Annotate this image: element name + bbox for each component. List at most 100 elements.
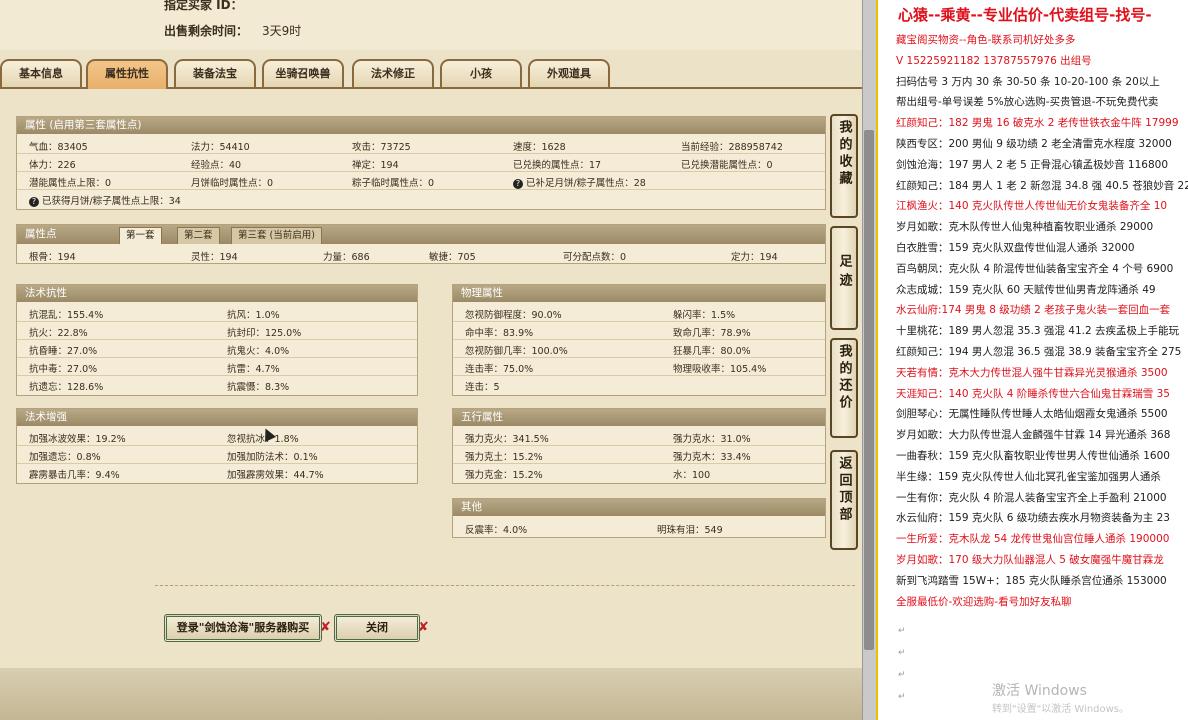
res-sleep: 抗昏睡：27.0% bbox=[29, 346, 98, 357]
tab-equipment[interactable]: 装备法宝 bbox=[174, 59, 256, 87]
help-icon[interactable]: ? bbox=[29, 197, 39, 207]
back-to-top-button[interactable]: 返回顶部 bbox=[830, 450, 858, 550]
doc-line: 半生缘：159 克火队传世人仙北冥孔雀宝鉴加强男人通杀 bbox=[896, 470, 1161, 483]
attr-exchanged-points: 已兑换的属性点：17 bbox=[513, 160, 602, 171]
other-panel: 其他 反震率：4.0% 明珠有泪：549 bbox=[452, 498, 826, 538]
res-fire: 抗火：22.8% bbox=[29, 328, 88, 339]
point-strength: 力量：686 bbox=[323, 252, 370, 263]
boost-defense-spell: 加强加防法术：0.1% bbox=[227, 452, 318, 463]
divider bbox=[155, 585, 855, 586]
doc-line: 红颜知己：182 男鬼 16 破克水 2 老传世铁衣金牛阵 17999 bbox=[896, 117, 1179, 130]
point-assignable: 可分配点数：0 bbox=[563, 252, 627, 263]
doc-line: 红颜知己：194 男人忽混 36.5 强混 38.9 装备宝宝齐全 275 bbox=[896, 346, 1182, 358]
attr-mp: 法力：54410 bbox=[191, 142, 250, 153]
login-server-buy-button[interactable]: 登录"剑蚀沧海"服务器购买 bbox=[164, 614, 322, 642]
doc-line: 岁月如歌：大力队传世混人金麟强牛甘霖 14 异光通杀 368 bbox=[896, 429, 1171, 442]
magic-boost-panel: 法术增强 加强冰波效果：19.2% 忽视抗冰：1.8% 加强遗忘：0.8% 加强… bbox=[16, 408, 418, 484]
attr-hp: 气血：83405 bbox=[29, 142, 88, 153]
phys-rage: 狂暴几率：80.0% bbox=[673, 346, 751, 357]
doc-line: 众志成城：159 克火队 60 天赋传世仙男青龙阵通杀 49 bbox=[896, 283, 1156, 296]
my-favorites-button[interactable]: 我的收藏 bbox=[830, 114, 858, 218]
attr-attack: 攻击：73725 bbox=[352, 142, 411, 153]
attributes-panel: 属性 (启用第三套属性点) 气血：83405 法力：54410 攻击：73725… bbox=[16, 116, 826, 210]
tab-spell-mods[interactable]: 法术修正 bbox=[352, 59, 434, 87]
document-panel: 心猿--乘黄--专业估价-代卖组号-找号- 藏宝阁买物资--角色-联系司机好处多… bbox=[876, 0, 1188, 720]
attr-zongzi-temp: 粽子临时属性点：0 bbox=[352, 178, 435, 189]
paragraph-mark-icon: ↵ bbox=[898, 670, 906, 680]
boost-forget: 加强遗忘：0.8% bbox=[29, 452, 101, 463]
activation-watermark-title: 激活 Windows bbox=[992, 683, 1087, 699]
point-spirit: 灵性：194 bbox=[191, 252, 238, 263]
doc-line: 陕西专区：200 男仙 9 级功绩 2 老全清雷克水程度 32000 bbox=[896, 138, 1172, 150]
attributes-content: 属性 (启用第三套属性点) 气血：83405 法力：54410 攻击：73725… bbox=[0, 90, 862, 668]
tab-mounts-pets[interactable]: 坐骑召唤兽 bbox=[262, 59, 344, 87]
tab-set-two[interactable]: 第二套 bbox=[177, 227, 220, 244]
designated-buyer-label: 指定买家 ID： bbox=[164, 0, 243, 12]
phys-ignore-def: 忽视防御程度：90.0% bbox=[465, 310, 562, 321]
other-title: 其他 bbox=[453, 499, 825, 516]
game-panel: 指定买家 ID： 出售剩余时间： 3天9时 基本信息 属性抗性 装备法宝 坐骑召唤… bbox=[0, 0, 862, 720]
doc-line: 岁月如歌：170 级大力队仙器混人 5 破女魔强牛魔甘霖龙 bbox=[896, 554, 1164, 566]
magic-resistance-title: 法术抗性 bbox=[17, 285, 417, 302]
phys-ignore-def-chance: 忽视防御几率：100.0% bbox=[465, 346, 568, 357]
tab-set-one[interactable]: 第一套 bbox=[119, 227, 162, 244]
wx-wood: 强力克木：33.4% bbox=[673, 452, 751, 463]
footprint-button[interactable]: 足迹 bbox=[830, 226, 858, 330]
phys-crit: 致命几率：78.9% bbox=[673, 328, 751, 339]
five-elements-title: 五行属性 bbox=[453, 409, 825, 426]
scrollbar-thumb[interactable] bbox=[864, 130, 874, 650]
attr-obtained-cap: ? 已获得月饼/粽子属性点上限：34 bbox=[29, 193, 181, 207]
seller-info: 指定买家 ID： 出售剩余时间： 3天9时 bbox=[0, 0, 862, 50]
wx-water-value: 水：100 bbox=[673, 470, 711, 481]
res-deter: 抗震慑：8.3% bbox=[227, 382, 290, 393]
five-elements-panel: 五行属性 强力克火：341.5% 强力克水：31.0% 强力克土：15.2% 强… bbox=[452, 408, 826, 484]
res-thunder: 抗雷：4.7% bbox=[227, 364, 280, 375]
res-forget: 抗遗忘：128.6% bbox=[29, 382, 104, 393]
boost-thunder-crit: 霹雳暴击几率：9.4% bbox=[29, 470, 120, 481]
res-chaos: 抗混乱：155.4% bbox=[29, 310, 104, 321]
physical-title: 物理属性 bbox=[453, 285, 825, 302]
phys-hit: 命中率：83.9% bbox=[465, 328, 534, 339]
attr-exp: 当前经验：288958742 bbox=[681, 142, 783, 153]
remaining-time-row: 出售剩余时间： 3天9时 bbox=[164, 22, 301, 39]
tab-appearance[interactable]: 外观道具 bbox=[528, 59, 610, 87]
tab-set-three[interactable]: 第三套 (当前启用) bbox=[231, 227, 322, 244]
tab-children[interactable]: 小孩 bbox=[440, 59, 522, 87]
doc-line: 岁月如歌：克木队传世人仙鬼种植畜牧职业通杀 29000 bbox=[896, 221, 1154, 234]
remaining-time-label: 出售剩余时间： bbox=[164, 24, 249, 38]
attr-zen: 禅定：194 bbox=[352, 160, 399, 171]
other-pearl: 明珠有泪：549 bbox=[657, 525, 723, 536]
paragraph-mark-icon: ↵ bbox=[898, 648, 906, 658]
close-x-icon: ✘ bbox=[320, 620, 331, 635]
attr-stamina: 体力：226 bbox=[29, 160, 76, 171]
points-title-text: 属性点 bbox=[25, 228, 57, 240]
boost-thunder-effect: 加强霹雳效果：44.7% bbox=[227, 470, 324, 481]
doc-line: 江枫渔火：140 克火队传世人传世仙无价女鬼装备齐全 10 bbox=[896, 200, 1168, 213]
remaining-time-value: 3天9时 bbox=[262, 24, 302, 38]
tab-basic-info[interactable]: 基本信息 bbox=[0, 59, 82, 87]
boost-ice: 加强冰波效果：19.2% bbox=[29, 434, 126, 445]
doc-left-margin bbox=[876, 0, 878, 720]
attr-potential-cap: 潜能属性点上限：0 bbox=[29, 178, 112, 189]
attributes-title: 属性 (启用第三套属性点) bbox=[17, 117, 825, 134]
help-icon[interactable]: ? bbox=[513, 179, 523, 189]
attr-speed: 速度：1628 bbox=[513, 142, 566, 153]
doc-line: 一曲春秋：159 克火队畜牧职业传世男人传世仙通杀 1600 bbox=[896, 450, 1170, 462]
my-offers-button[interactable]: 我的还价 bbox=[830, 338, 858, 438]
doc-line: 天涯知己：140 克火队 4 阶睡杀传世六合仙鬼甘霖瑞雪 35 bbox=[896, 387, 1170, 400]
other-counter: 反震率：4.0% bbox=[465, 525, 528, 536]
doc-line: 剑胆琴心：无属性睡队传世睡人太皓仙烟霞女鬼通杀 5500 bbox=[896, 408, 1168, 421]
attr-mooncake-temp: 月饼临时属性点：0 bbox=[191, 178, 274, 189]
doc-line: 水云仙府：159 克火队 6 级功绩去疾水月物资装备为主 23 bbox=[896, 512, 1170, 525]
close-button[interactable]: 关闭 bbox=[334, 614, 420, 642]
doc-line: 白衣胜雪：159 克火队双盘传世仙混人通杀 32000 bbox=[896, 242, 1135, 254]
res-wind: 抗风：1.0% bbox=[227, 310, 280, 321]
phys-combo: 连击：5 bbox=[465, 382, 500, 393]
phys-combo-rate: 连击率：75.0% bbox=[465, 364, 534, 375]
doc-line: 扫码估号 3 万内 30 条 30-50 条 10-20-100 条 20以上 bbox=[896, 75, 1160, 88]
doc-line: 全服最低价-欢迎选购-看号加好友私聊 bbox=[896, 595, 1072, 608]
tab-attributes[interactable]: 属性抗性 bbox=[86, 59, 168, 89]
footer-bar bbox=[0, 668, 862, 720]
doc-line: 红颜知己：184 男人 1 老 2 新忽混 34.8 强 40.5 苍狼妙音 2… bbox=[896, 179, 1188, 192]
paragraph-mark-icon: ↵ bbox=[898, 692, 906, 702]
